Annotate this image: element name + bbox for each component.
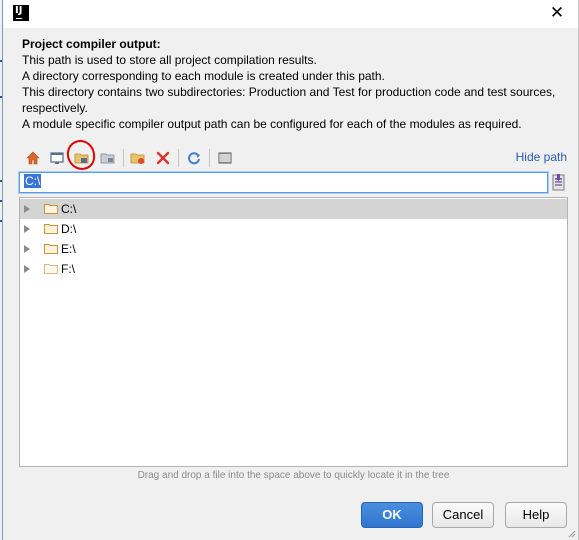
folder-icon bbox=[44, 224, 58, 234]
tree-item-label: D:\ bbox=[61, 222, 77, 236]
description-line: This path is used to store all project c… bbox=[22, 53, 317, 67]
show-hidden-icon[interactable] bbox=[214, 147, 236, 169]
tree-item-label: E:\ bbox=[61, 242, 76, 256]
desktop-icon[interactable] bbox=[46, 147, 68, 169]
select-path-dialog: IJ ✕ Project compiler output: This path … bbox=[2, 0, 579, 540]
tree-item-label: F:\ bbox=[61, 262, 75, 276]
tree-item-e-drive[interactable]: E:\ bbox=[20, 239, 567, 259]
toolbar-separator bbox=[209, 149, 210, 167]
tree-item-d-drive[interactable]: D:\ bbox=[20, 219, 567, 239]
expand-arrow-icon[interactable] bbox=[24, 245, 30, 253]
expand-arrow-icon[interactable] bbox=[24, 205, 30, 213]
hide-path-link[interactable]: Hide path bbox=[516, 150, 567, 164]
screenshot: IJ ✕ Project compiler output: This path … bbox=[0, 0, 579, 540]
path-input-value: C:\ bbox=[24, 174, 42, 188]
refresh-icon[interactable] bbox=[183, 147, 205, 169]
toolbar-separator bbox=[178, 149, 179, 167]
intellij-app-icon: IJ bbox=[13, 5, 29, 21]
tree-item-c-drive[interactable]: C:\ bbox=[20, 199, 567, 219]
description-line: A directory corresponding to each module… bbox=[22, 69, 385, 83]
module-folder-icon[interactable] bbox=[97, 147, 119, 169]
folder-icon bbox=[44, 264, 58, 274]
expand-arrow-icon[interactable] bbox=[24, 225, 30, 233]
close-icon[interactable]: ✕ bbox=[546, 2, 568, 24]
ok-button[interactable]: OK bbox=[361, 502, 423, 528]
path-input[interactable]: C:\ bbox=[19, 172, 548, 193]
browse-history-icon[interactable] bbox=[551, 174, 569, 192]
description-line: This directory contains two subdirectori… bbox=[22, 85, 556, 115]
home-icon[interactable] bbox=[22, 147, 44, 169]
cancel-button[interactable]: Cancel bbox=[432, 502, 494, 528]
title-bar[interactable]: IJ ✕ bbox=[3, 0, 578, 28]
folder-icon bbox=[44, 244, 58, 254]
resize-grip-icon[interactable] bbox=[566, 528, 576, 538]
toolbar-separator bbox=[123, 149, 124, 167]
description: Project compiler output: This path is us… bbox=[22, 36, 567, 132]
path-row: C:\ bbox=[19, 172, 573, 194]
file-chooser-toolbar: Hide path bbox=[19, 138, 573, 172]
new-folder-icon[interactable] bbox=[127, 147, 149, 169]
description-title: Project compiler output: bbox=[22, 37, 161, 51]
folder-icon bbox=[44, 204, 58, 214]
help-button[interactable]: Help bbox=[505, 502, 567, 528]
tree-item-label: C:\ bbox=[61, 202, 77, 216]
tree-item-f-drive[interactable]: F:\ bbox=[20, 259, 567, 279]
description-line: A module specific compiler output path c… bbox=[22, 117, 522, 131]
file-tree[interactable]: C:\ D:\ E:\ F:\ bbox=[19, 197, 568, 467]
drag-drop-hint: Drag and drop a file into the space abov… bbox=[137, 470, 450, 481]
delete-icon[interactable] bbox=[152, 147, 174, 169]
expand-arrow-icon[interactable] bbox=[24, 265, 30, 273]
